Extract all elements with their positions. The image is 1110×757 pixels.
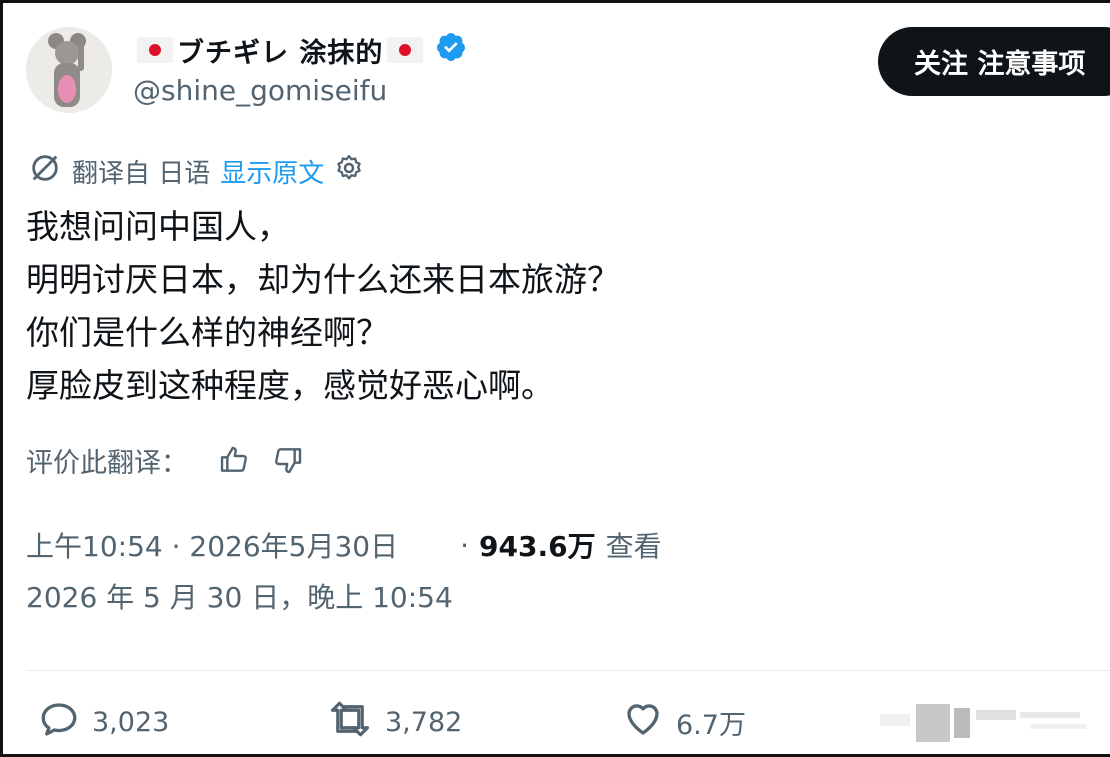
japan-flag-icon: [137, 37, 173, 63]
reply-icon: [38, 698, 80, 747]
tweet-line: 明明讨厌日本，却为什么还来日本旅游？: [26, 260, 620, 299]
divider: [26, 670, 1110, 671]
author-handle[interactable]: @shine_gomiseifu: [133, 74, 387, 107]
retweet-icon: [327, 698, 373, 747]
avatar-mouse-figure-icon: [26, 27, 112, 113]
reply-count: 3,023: [92, 706, 170, 738]
thumbs-up-icon[interactable]: [218, 444, 250, 476]
tweet-text: 我想问问中国人， 明明讨厌日本，却为什么还来日本旅游？ 你们是什么样的神经啊？ …: [26, 200, 620, 412]
views-label: 查看: [605, 530, 662, 563]
translation-bar: 翻译自 日语 显示原文: [28, 153, 364, 189]
japan-flag-icon: [387, 37, 424, 63]
tweet-meta: 上午10:54 · 2026年5月30日 · 943.6万 查看: [26, 524, 662, 566]
heart-icon: [622, 698, 664, 747]
verified-badge-icon: [435, 31, 467, 70]
translate-icon: [28, 151, 62, 192]
like-button[interactable]: 6.7万: [622, 700, 746, 744]
alt-timestamp: 2026 年 5 月 30 日，晚上 10:54: [26, 581, 453, 614]
rate-translation-label: 评价此翻译：: [26, 447, 188, 479]
author-name-row[interactable]: ブチギレ 涂抹的: [133, 30, 467, 70]
timestamp[interactable]: 上午10:54 · 2026年5月30日: [26, 525, 398, 565]
retweet-button[interactable]: 3,782: [327, 700, 462, 744]
tweet-line: 你们是什么样的神经啊？: [26, 313, 389, 352]
avatar[interactable]: [26, 27, 112, 113]
tweet-line: 我想问问中国人，: [26, 207, 290, 246]
views-count: 943.6万: [479, 530, 596, 563]
gear-icon[interactable]: [334, 153, 364, 190]
show-original-link[interactable]: 显示原文: [220, 153, 324, 190]
rate-translation-row: 评价此翻译：: [26, 440, 304, 480]
like-count: 6.7万: [676, 709, 746, 741]
follow-button[interactable]: 关注 注意事项: [878, 27, 1110, 96]
separator-dot: ·: [460, 528, 470, 562]
translation-label: 翻译自 日语: [72, 158, 211, 189]
blurred-actions-area: [880, 700, 1110, 746]
blurred-bookmark-icon: [880, 704, 1086, 742]
thumbs-down-icon[interactable]: [272, 444, 304, 476]
author-display-name[interactable]: ブチギレ 涂抹的: [177, 31, 383, 70]
tweet-line: 厚脸皮到这种程度，感觉好恶心啊。: [26, 366, 554, 405]
reply-button[interactable]: 3,023: [38, 700, 169, 744]
retweet-count: 3,782: [385, 706, 463, 738]
